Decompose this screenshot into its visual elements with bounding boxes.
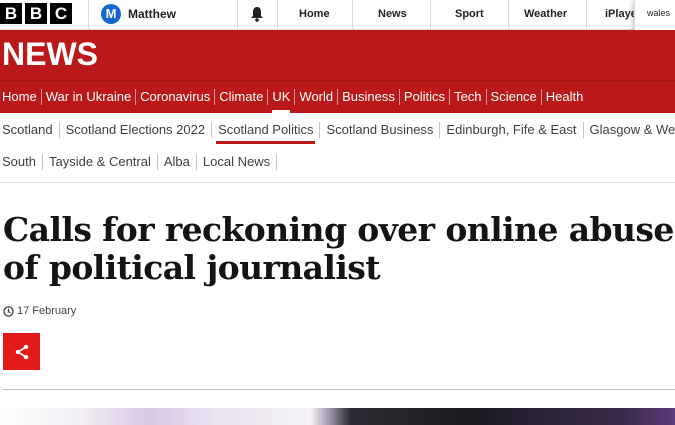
primary-nav-item-coronavirus[interactable]: Coronavirus — [136, 89, 216, 105]
share-button[interactable] — [3, 333, 40, 370]
bbc-logo-letter: C — [50, 3, 72, 24]
news-banner: NEWS — [0, 30, 675, 80]
topbar-divider — [508, 0, 509, 30]
top-link-weather[interactable]: Weather — [524, 0, 567, 30]
topbar-divider — [237, 0, 238, 30]
topbar-divider — [352, 0, 353, 30]
primary-nav-item-world[interactable]: World — [295, 89, 339, 105]
bbc-logo[interactable]: B B C — [0, 3, 72, 24]
share-icon — [15, 344, 28, 359]
secondary-nav-item-scotland-business[interactable]: Scotland Business — [320, 122, 441, 138]
secondary-nav-item-local-news[interactable]: Local News — [197, 154, 278, 170]
secondary-nav-item-scotland-politics[interactable]: Scotland Politics — [212, 122, 321, 144]
top-link-news[interactable]: News — [378, 0, 407, 30]
primary-nav-item-climate[interactable]: Climate — [215, 89, 269, 105]
top-link-home[interactable]: Home — [299, 0, 330, 30]
secondary-nav-item-south[interactable]: South — [0, 154, 43, 170]
primary-nav-item-business[interactable]: Business — [338, 89, 400, 105]
primary-nav-item-health[interactable]: Health — [542, 89, 588, 105]
news-logo[interactable]: NEWS — [2, 36, 98, 73]
topbar-divider — [88, 0, 89, 30]
topbar-divider — [586, 0, 587, 30]
top-link-sport[interactable]: Sport — [455, 0, 484, 30]
article-hero-image — [0, 408, 675, 425]
secondary-nav-item-edinburgh-fife-east[interactable]: Edinburgh, Fife & East — [440, 122, 584, 138]
region-selector[interactable]: wales — [634, 0, 675, 32]
headline-line: Calls for reckoning over online abuse — [3, 211, 674, 249]
account-name: Matthew — [128, 7, 176, 21]
headline-line: of political journalist — [3, 248, 381, 287]
account-link[interactable]: M Matthew — [101, 4, 176, 24]
secondary-nav-item-alba[interactable]: Alba — [158, 154, 197, 170]
secondary-nav-item-glasgow-west[interactable]: Glasgow & West — [584, 122, 675, 138]
top-link-iplayer[interactable]: iPlayer — [605, 0, 635, 30]
secondary-nav: Scotland Scotland Elections 2022 Scotland … — [0, 117, 675, 183]
primary-nav-item-home[interactable]: Home — [0, 89, 42, 105]
secondary-nav-row: Scotland Scotland Elections 2022 Scotland … — [0, 122, 675, 144]
primary-nav-item-uk[interactable]: UK — [268, 89, 296, 113]
notifications-bell-icon[interactable] — [250, 6, 264, 22]
secondary-nav-item-scotland[interactable]: Scotland — [0, 122, 60, 138]
article-headline: Calls for reckoning over online abuse of… — [3, 211, 675, 287]
top-bar: B B C M Matthew Home News Sport Weather … — [0, 0, 675, 32]
clock-icon — [3, 305, 14, 317]
bbc-logo-letter: B — [25, 3, 47, 24]
secondary-nav-row: South Tayside & Central Alba Local News — [0, 154, 278, 170]
primary-nav-item-politics[interactable]: Politics — [400, 89, 451, 105]
article-date: 17 February — [17, 305, 77, 317]
primary-nav-item-science[interactable]: Science — [487, 89, 542, 105]
bbc-logo-letter: B — [0, 3, 22, 24]
topbar-divider — [430, 0, 431, 30]
topbar-divider — [277, 0, 278, 30]
avatar: M — [101, 4, 121, 24]
secondary-nav-item-tayside-central[interactable]: Tayside & Central — [43, 154, 158, 170]
primary-nav-item-war-in-ukraine[interactable]: War in Ukraine — [42, 89, 137, 105]
primary-nav: Home War in Ukraine Coronavirus Climate UK Wo… — [0, 80, 675, 113]
secondary-nav-item-scotland-elections-2022[interactable]: Scotland Elections 2022 — [60, 122, 213, 138]
primary-nav-item-tech[interactable]: Tech — [450, 89, 487, 105]
article-divider — [3, 389, 675, 390]
article-dateline: 17 February — [3, 305, 76, 317]
